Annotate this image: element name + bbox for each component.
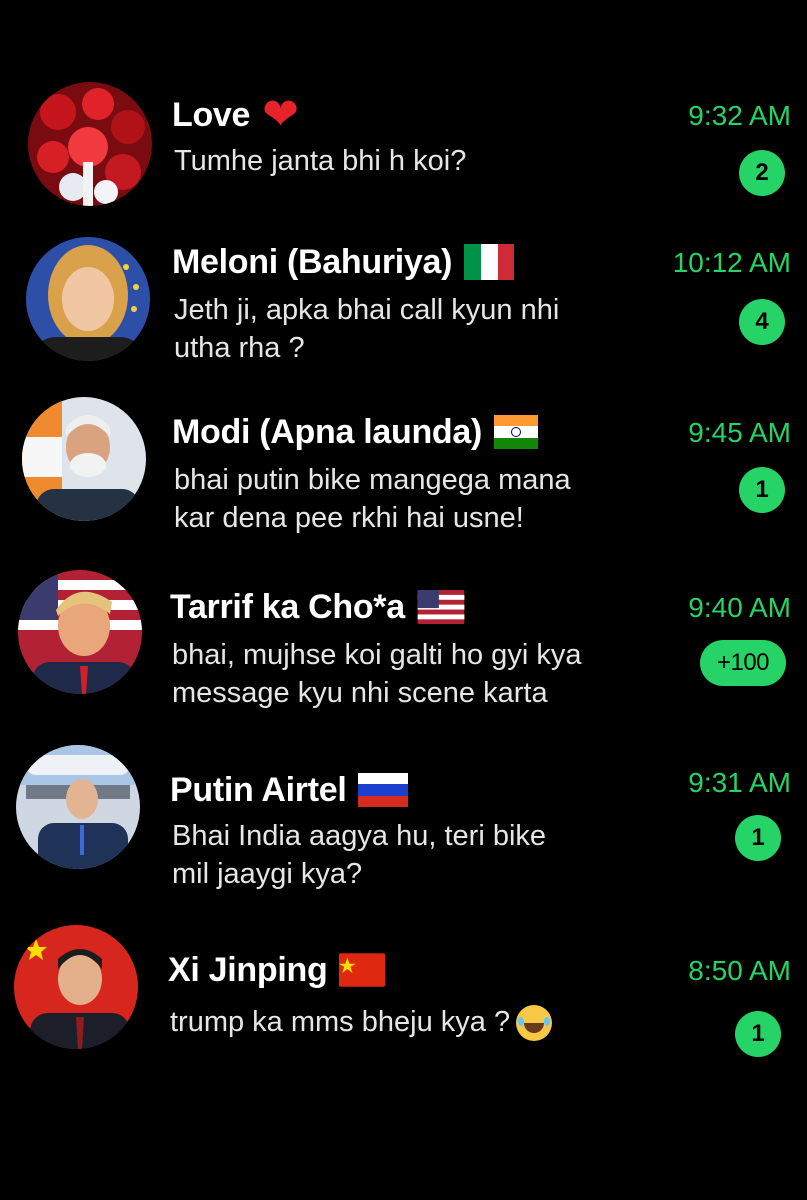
flag-usa-icon: [417, 590, 465, 624]
avatar[interactable]: [26, 237, 150, 361]
chat-row-meloni[interactable]: Meloni (Bahuriya) Jeth ji, apka bhai cal…: [0, 235, 807, 405]
contact-name: Modi (Apna launda): [172, 412, 483, 451]
flag-russia-icon: [358, 773, 409, 807]
contact-name-line: Meloni (Bahuriya): [172, 239, 515, 285]
unread-count-badge: 4: [739, 299, 785, 345]
contact-name-line: Tarrif ka Cho*a: [170, 584, 465, 630]
chat-row-xi[interactable]: Xi Jinping trump ka mms bheju kya ? 8:50…: [0, 925, 807, 1095]
message-time: 9:31 AM: [688, 767, 791, 798]
message-time: 9:32 AM: [688, 100, 791, 131]
avatar[interactable]: [14, 925, 138, 1049]
message-preview-line: Tumhe janta bhi h koi?: [174, 145, 467, 177]
avatar-portrait-image: [16, 745, 140, 869]
message-preview: Jeth ji, apka bhai call kyun nhi utha rh…: [174, 291, 559, 367]
message-time: 9:45 AM: [688, 417, 791, 448]
laughing-tears-emoji: [516, 1005, 553, 1042]
contact-name: Meloni (Bahuriya): [172, 242, 453, 281]
chat-row-modi[interactable]: Modi (Apna launda) bhai putin bike mange…: [0, 395, 807, 565]
chat-list: Love ❤ Tumhe janta bhi h koi? 9:32 AM 2 …: [0, 0, 807, 1200]
message-preview: Tumhe janta bhi h koi?: [174, 142, 466, 180]
unread-count-badge: 1: [735, 1011, 781, 1057]
message-preview: trump ka mms bheju kya ?: [170, 1003, 553, 1042]
message-time: 10:12 AM: [672, 247, 791, 278]
message-preview-line: Jeth ji, apka bhai call kyun nhi: [174, 294, 560, 326]
contact-name-line: Xi Jinping: [168, 947, 386, 993]
flag-china-icon: [339, 953, 386, 987]
message-preview-line: bhai putin bike mangega mana: [174, 464, 571, 496]
contact-name: Love: [172, 95, 251, 134]
unread-count-badge: 1: [735, 815, 781, 861]
red-heart-icon: ❤: [262, 90, 300, 139]
avatar-portrait-image: [22, 397, 146, 521]
message-time: 9:40 AM: [688, 592, 791, 623]
contact-name-line: Love ❤: [172, 92, 299, 138]
avatar-portrait-image: [18, 570, 142, 694]
message-preview: Bhai India aagya hu, teri bike mil jaayg…: [172, 817, 546, 893]
avatar[interactable]: [22, 397, 146, 521]
avatar[interactable]: [28, 82, 152, 206]
message-preview-line: mil jaaygi kya?: [172, 858, 363, 890]
chat-row-love[interactable]: Love ❤ Tumhe janta bhi h koi? 9:32 AM 2: [0, 78, 807, 248]
message-preview-line: bhai, mujhse koi galti ho gyi kya: [172, 639, 582, 671]
avatar[interactable]: [18, 570, 142, 694]
message-preview-line: kar dena pee rkhi hai usne!: [174, 502, 524, 534]
message-preview-line: utha rha ?: [174, 332, 305, 364]
message-preview: bhai putin bike mangega mana kar dena pe…: [174, 461, 571, 537]
unread-count-badge: +100: [700, 640, 786, 686]
message-preview-line: trump ka mms bheju kya ?: [170, 1003, 553, 1042]
flag-india-icon: [494, 415, 539, 449]
contact-name: Xi Jinping: [168, 950, 328, 989]
unread-count-badge: 1: [739, 467, 785, 513]
flag-italy-icon: [464, 244, 515, 280]
message-preview-line: Bhai India aagya hu, teri bike: [172, 820, 547, 852]
contact-name: Putin Airtel: [170, 770, 347, 809]
unread-count-badge: 2: [739, 150, 785, 196]
contact-name: Tarrif ka Cho*a: [170, 587, 405, 626]
message-time: 8:50 AM: [688, 955, 791, 986]
message-preview: bhai, mujhse koi galti ho gyi kya messag…: [172, 636, 581, 712]
chat-row-putin[interactable]: Putin Airtel Bhai India aagya hu, teri b…: [0, 745, 807, 915]
message-preview-text: trump ka mms bheju kya ?: [170, 1006, 511, 1038]
avatar-portrait-image: [26, 237, 150, 361]
avatar[interactable]: [16, 745, 140, 869]
avatar-roses-image: [28, 82, 152, 206]
avatar-portrait-image: [14, 925, 138, 1049]
chat-row-tarrif[interactable]: Tarrif ka Cho*a bhai, mujhse koi galti h…: [0, 570, 807, 740]
message-preview-line: message kyu nhi scene karta: [172, 677, 548, 709]
contact-name-line: Modi (Apna launda): [172, 409, 539, 455]
contact-name-line: Putin Airtel: [170, 767, 409, 813]
